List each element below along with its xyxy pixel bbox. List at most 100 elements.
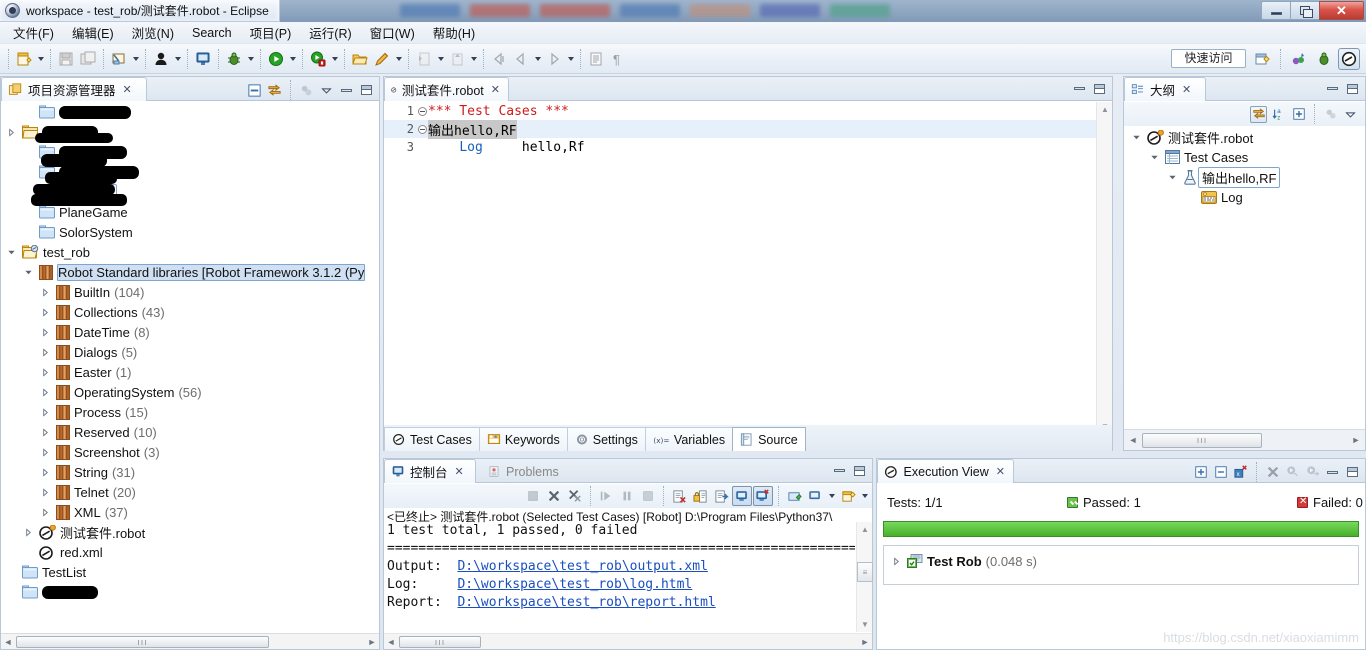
step-over-icon[interactable] bbox=[617, 486, 637, 506]
sort-icon[interactable]: az bbox=[1270, 106, 1287, 123]
console-link[interactable]: D:\workspace\test_rob\log.html bbox=[457, 577, 692, 592]
new-perspective-icon[interactable] bbox=[1251, 48, 1273, 70]
new-console-dropdown-icon[interactable] bbox=[859, 485, 870, 507]
scroll-up-icon[interactable]: ▲ bbox=[1097, 102, 1113, 117]
maximize-icon[interactable] bbox=[1344, 80, 1361, 97]
chevron-right-icon[interactable] bbox=[39, 282, 52, 302]
chevron-right-icon[interactable] bbox=[5, 122, 18, 142]
menu-search[interactable]: Search bbox=[183, 24, 241, 42]
remove-launch-icon[interactable] bbox=[544, 486, 564, 506]
tab-problems[interactable]: Problems bbox=[480, 459, 580, 483]
editor-tab-variables[interactable]: (x)= Variables bbox=[644, 427, 734, 451]
print-icon[interactable] bbox=[108, 48, 130, 70]
chevron-right-icon[interactable] bbox=[22, 522, 35, 542]
console-icon[interactable] bbox=[192, 48, 214, 70]
minimize-window-button[interactable] bbox=[1261, 1, 1290, 20]
print-dropdown-icon[interactable] bbox=[130, 48, 141, 70]
chevron-down-icon[interactable] bbox=[5, 242, 18, 262]
tree-item[interactable]: Robot Standard libraries [Robot Framewor… bbox=[1, 262, 379, 282]
expand-all-icon[interactable] bbox=[1192, 464, 1209, 481]
minimize-icon[interactable] bbox=[1071, 80, 1088, 97]
expand-all-icon[interactable] bbox=[1290, 106, 1307, 123]
menu-help[interactable]: 帮助(H) bbox=[424, 21, 484, 44]
menu-file[interactable]: 文件(F) bbox=[4, 21, 63, 44]
collapse-all-icon[interactable] bbox=[246, 82, 263, 99]
close-icon[interactable]: ✕ bbox=[996, 465, 1005, 478]
tree-item[interactable] bbox=[1, 102, 379, 122]
outline-icon[interactable] bbox=[585, 48, 607, 70]
outline-hscrollbar[interactable]: ◄ ııı ► bbox=[1124, 429, 1365, 450]
tree-item[interactable]: String (31) bbox=[1, 462, 379, 482]
quick-access-input[interactable]: 快速访问 bbox=[1171, 49, 1246, 68]
new-console-view-icon[interactable] bbox=[838, 486, 858, 506]
tree-item[interactable]: Reserved (10) bbox=[1, 422, 379, 442]
chevron-down-icon[interactable] bbox=[1166, 167, 1179, 187]
filter-icon[interactable] bbox=[1322, 106, 1339, 123]
filter-icon[interactable] bbox=[298, 82, 315, 99]
tree-item[interactable]: Easter (1) bbox=[1, 362, 379, 382]
tree-item[interactable] bbox=[1, 142, 379, 162]
chevron-right-icon[interactable] bbox=[39, 442, 52, 462]
rerun-failed-icon[interactable] bbox=[1304, 464, 1321, 481]
console-vscrollbar[interactable]: ▲ ≡ ▼ bbox=[856, 522, 873, 632]
minimize-icon[interactable] bbox=[1324, 80, 1341, 97]
menu-navigate[interactable]: 浏览(N) bbox=[123, 21, 183, 44]
scroll-thumb[interactable]: ııı bbox=[399, 635, 481, 648]
chevron-right-icon[interactable] bbox=[39, 302, 52, 322]
tree-item[interactable] bbox=[1, 122, 379, 142]
tree-item[interactable]: SolorSystem bbox=[1, 222, 379, 242]
console-link[interactable]: D:\workspace\test_rob\output.xml bbox=[457, 559, 707, 574]
execution-result-tree[interactable]: Test Rob (0.048 s) bbox=[883, 545, 1359, 585]
maximize-icon[interactable] bbox=[1344, 464, 1361, 481]
explorer-hscrollbar[interactable]: ◄ ııı ► bbox=[1, 633, 379, 649]
outline-item[interactable]: Test Cases bbox=[1124, 147, 1365, 167]
new-wizard-icon[interactable] bbox=[13, 48, 35, 70]
terminate-icon[interactable] bbox=[1264, 464, 1281, 481]
view-menu-icon[interactable] bbox=[1342, 106, 1359, 123]
chevron-right-icon[interactable] bbox=[39, 482, 52, 502]
tab-project-explorer[interactable]: 项目资源管理器 ✕ bbox=[1, 77, 147, 101]
robot-perspective-icon[interactable] bbox=[1338, 48, 1360, 70]
console-menu-dropdown-icon[interactable] bbox=[826, 485, 837, 507]
pencil-dropdown-icon[interactable] bbox=[393, 48, 404, 70]
close-icon[interactable]: ✕ bbox=[491, 83, 500, 96]
outline-item[interactable]: 输出hello,RF bbox=[1124, 166, 1365, 188]
close-icon[interactable]: ✕ bbox=[1182, 83, 1191, 96]
chevron-down-icon[interactable] bbox=[22, 262, 35, 282]
code-line[interactable]: 1 *** Test Cases *** bbox=[384, 102, 1096, 120]
outline-tree[interactable]: 测试套件.robot Test Cases 输出hello,RF Log bbox=[1124, 127, 1365, 428]
save-icon[interactable] bbox=[55, 48, 77, 70]
run-dropdown-icon[interactable] bbox=[287, 48, 298, 70]
editor-vscrollbar[interactable]: ▲ ▼ bbox=[1096, 102, 1112, 434]
maximize-icon[interactable] bbox=[358, 82, 375, 99]
minimize-icon[interactable] bbox=[338, 82, 355, 99]
menu-project[interactable]: 项目(P) bbox=[241, 21, 301, 44]
download-dropdown-icon[interactable] bbox=[435, 48, 446, 70]
display-selected-console-icon[interactable] bbox=[753, 486, 773, 506]
tree-item[interactable]: TestList bbox=[1, 562, 379, 582]
tree-item[interactable]: BuiltIn (104) bbox=[1, 282, 379, 302]
maximize-icon[interactable] bbox=[851, 462, 868, 479]
execution-tree-item[interactable]: Test Rob (0.048 s) bbox=[884, 551, 1358, 571]
tree-item[interactable]: MyGame bbox=[1, 182, 379, 202]
minimize-icon[interactable] bbox=[1324, 464, 1341, 481]
team-perspective-icon[interactable] bbox=[1288, 48, 1310, 70]
save-all-icon[interactable] bbox=[77, 48, 99, 70]
editor-tab-keywords[interactable]: Keywords bbox=[478, 427, 568, 451]
scroll-left-icon[interactable]: ◄ bbox=[1126, 433, 1140, 447]
tree-item[interactable] bbox=[1, 162, 379, 182]
remove-all-launches-icon[interactable] bbox=[565, 486, 585, 506]
debug-icon[interactable] bbox=[223, 48, 245, 70]
menu-window[interactable]: 窗口(W) bbox=[361, 21, 424, 44]
chevron-right-icon[interactable] bbox=[890, 551, 903, 571]
chevron-right-icon[interactable] bbox=[39, 462, 52, 482]
code-area[interactable]: 1 *** Test Cases *** 2 输出hello,RF 3 Log hell… bbox=[384, 102, 1096, 434]
user-dropdown-icon[interactable] bbox=[172, 48, 183, 70]
tree-item[interactable]: OperatingSystem (56) bbox=[1, 382, 379, 402]
restore-window-button[interactable] bbox=[1290, 1, 1319, 20]
code-line[interactable]: 3 Log hello,Rf bbox=[384, 138, 1096, 156]
outline-item[interactable]: 测试套件.robot bbox=[1124, 127, 1365, 147]
close-icon[interactable]: ✕ bbox=[455, 465, 464, 478]
tree-item[interactable]: Telnet (20) bbox=[1, 482, 379, 502]
run-robot-icon[interactable] bbox=[307, 48, 329, 70]
